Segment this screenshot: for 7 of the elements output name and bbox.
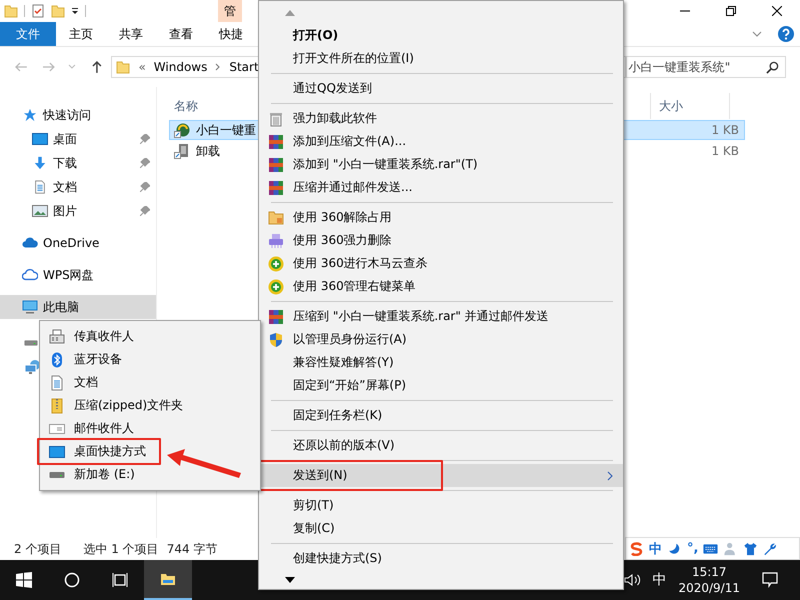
file-name: 卸载 [196,142,221,160]
file-name: 小白一键重 [196,122,257,138]
item-count: 2 个项目 [14,540,62,558]
file-size: 1 KB [711,144,739,158]
selection-size: 744 字节 [166,540,218,558]
selection-count: 选中 1 个项目 [83,540,159,558]
file-size: 1 KB [711,123,739,137]
